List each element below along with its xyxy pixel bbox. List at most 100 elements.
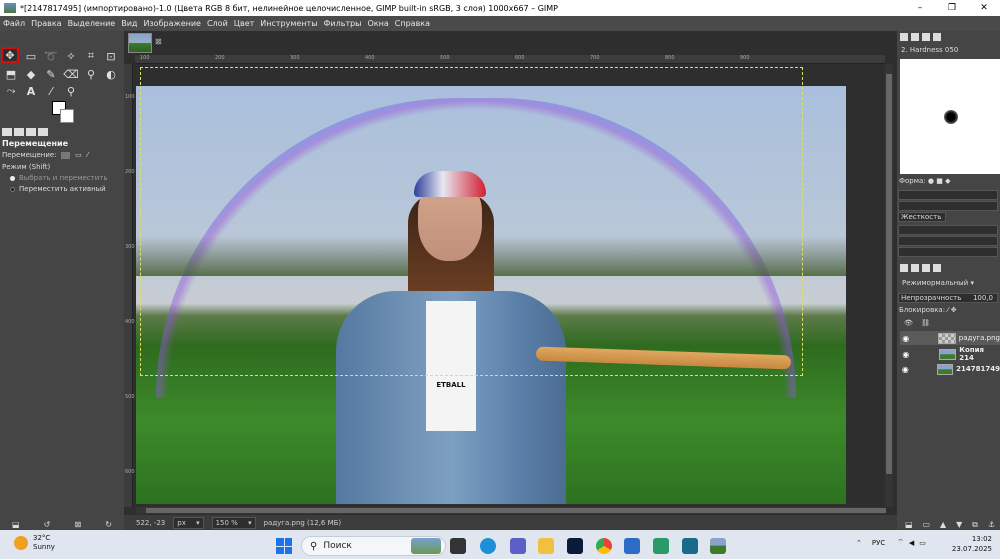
layer-row[interactable]: ◉ Копия 214 xyxy=(900,346,1000,362)
patterns-tab-icon[interactable] xyxy=(911,33,919,41)
new-group-icon[interactable]: ▭ xyxy=(922,520,930,529)
image-tab-close-icon[interactable]: ⊠ xyxy=(155,37,162,46)
close-button[interactable]: ✕ xyxy=(968,0,1000,16)
channels-tab-icon[interactable] xyxy=(911,264,919,272)
zoom-select[interactable]: 150 % ▾ xyxy=(211,516,256,529)
battery-icon[interactable]: ▭ xyxy=(919,539,926,547)
search-highlight-icon[interactable] xyxy=(411,538,441,554)
layer-name[interactable]: 214781749 xyxy=(956,365,1000,373)
layer-mode-select[interactable]: ормальный xyxy=(927,279,969,287)
photoshop-icon[interactable] xyxy=(567,538,583,554)
hardness-slider[interactable]: Жесткость xyxy=(898,212,946,222)
color-swatches[interactable] xyxy=(52,101,76,125)
option-move-active[interactable]: Переместить активный xyxy=(10,185,106,193)
menu-layer[interactable]: Слой xyxy=(207,19,228,28)
new-layer-icon[interactable]: ⬓ xyxy=(905,520,913,529)
visibility-eye-icon[interactable]: ◉ xyxy=(900,365,910,374)
images-tab-icon[interactable] xyxy=(38,127,48,136)
paths-icon[interactable]: ⤳ xyxy=(2,83,20,99)
radio-pick-move[interactable] xyxy=(10,175,15,181)
vertical-scrollbar[interactable] xyxy=(885,64,893,507)
menu-help[interactable]: Справка xyxy=(395,19,430,28)
delete-options-icon[interactable]: ⊠ xyxy=(74,520,81,529)
lasso-icon[interactable]: ➰ xyxy=(42,48,60,64)
device-status-tab-icon[interactable] xyxy=(14,127,24,136)
start-button[interactable] xyxy=(276,538,292,554)
lower-layer-icon[interactable]: ▼ xyxy=(956,520,962,529)
menu-file[interactable]: Файл xyxy=(3,19,25,28)
layer-name[interactable]: Копия 214 xyxy=(959,346,1000,362)
task-view-icon[interactable] xyxy=(450,538,466,554)
menu-windows[interactable]: Окна xyxy=(368,19,389,28)
minimize-button[interactable]: – xyxy=(904,0,936,16)
fonts-tab-icon[interactable] xyxy=(922,33,930,41)
gimp-taskbar-icon[interactable] xyxy=(710,538,726,554)
background-color[interactable] xyxy=(60,109,74,123)
undo-history-tab-icon[interactable] xyxy=(26,127,36,136)
unit-select[interactable]: px ▾ xyxy=(173,516,204,529)
warp-icon[interactable]: ⬒ xyxy=(2,66,20,82)
menu-colors[interactable]: Цвет xyxy=(234,19,255,28)
taskbar-clock[interactable]: 13:02 23.07.2025 xyxy=(950,534,992,554)
spikes-slider[interactable] xyxy=(898,201,998,211)
edge-icon[interactable] xyxy=(480,538,496,554)
radius-slider[interactable] xyxy=(898,190,998,200)
file-explorer-icon[interactable] xyxy=(538,538,554,554)
text-tool-icon[interactable]: A xyxy=(22,83,40,99)
eraser-icon[interactable]: ⌫ xyxy=(62,66,80,82)
selection-move-icon[interactable]: ▭ xyxy=(75,151,82,159)
vertical-scroll-thumb[interactable] xyxy=(886,74,892,474)
move-tool-icon[interactable]: ✥ xyxy=(1,47,19,63)
spacing-slider[interactable] xyxy=(898,247,998,257)
crop-icon[interactable]: ⌗ xyxy=(82,48,100,64)
maximize-button[interactable]: ❐ xyxy=(936,0,968,16)
document-history-tab-icon[interactable] xyxy=(933,33,941,41)
reset-options-icon[interactable]: ↻ xyxy=(105,520,112,529)
brushes-tab-icon[interactable] xyxy=(900,33,908,41)
undo-tab-icon[interactable] xyxy=(933,264,941,272)
paintbrush-icon[interactable]: ✎ xyxy=(42,66,60,82)
layer-name[interactable]: радуга.png xyxy=(959,334,1000,342)
layer-row[interactable]: ◉ радуга.png xyxy=(900,331,1000,345)
restore-options-icon[interactable]: ↺ xyxy=(44,520,51,529)
clone-icon[interactable]: ⚲ xyxy=(82,66,100,82)
tool-options-tab-icon[interactable] xyxy=(2,127,12,136)
tray-chevron-icon[interactable]: ⌃ xyxy=(856,539,862,547)
app-icon[interactable] xyxy=(653,538,669,554)
menu-view[interactable]: Вид xyxy=(121,19,137,28)
visibility-eye-icon[interactable]: ◉ xyxy=(900,350,912,359)
app-icon-2[interactable] xyxy=(682,538,698,554)
layers-tab-icon[interactable] xyxy=(900,264,908,272)
chrome-icon[interactable] xyxy=(596,538,612,554)
option-pick-move[interactable]: Выбрать и переместить xyxy=(10,174,107,182)
duplicate-layer-icon[interactable]: ⧉ xyxy=(972,520,978,530)
menu-edit[interactable]: Правка xyxy=(31,19,61,28)
rect-select-icon[interactable]: ▭ xyxy=(22,48,40,64)
anchor-layer-icon[interactable]: ⚓ xyxy=(988,520,995,529)
zoom-icon[interactable]: ⚲ xyxy=(62,83,80,99)
layer-move-icon[interactable] xyxy=(60,151,70,159)
aspect-slider[interactable] xyxy=(898,225,998,235)
visibility-eye-icon[interactable]: ◉ xyxy=(900,334,911,343)
paths-tab-icon[interactable] xyxy=(922,264,930,272)
radio-move-active[interactable] xyxy=(10,186,15,192)
shape-circle-icon[interactable]: ● xyxy=(928,177,934,185)
fuzzy-select-icon[interactable]: ✧ xyxy=(62,48,80,64)
word-icon[interactable] xyxy=(624,538,640,554)
menu-select[interactable]: Выделение xyxy=(68,19,116,28)
bucket-fill-icon[interactable]: ◆ xyxy=(22,66,40,82)
transform-icon[interactable]: ⊡ xyxy=(102,48,120,64)
volume-icon[interactable]: ◀ xyxy=(909,539,914,547)
weather-widget[interactable]: 32°C Sunny xyxy=(14,534,55,552)
shape-square-icon[interactable]: ■ xyxy=(936,177,943,185)
image-tab-thumbnail[interactable] xyxy=(128,33,152,53)
save-options-icon[interactable]: ⬓ xyxy=(12,520,20,529)
language-indicator[interactable]: РУС xyxy=(872,539,885,547)
shape-diamond-icon[interactable]: ◆ xyxy=(945,177,950,185)
opacity-slider[interactable]: Непрозрачность 100,0 xyxy=(898,293,998,303)
lock-position-icon[interactable]: ✥ xyxy=(951,306,957,314)
layer-row[interactable]: ◉ 214781749 xyxy=(900,362,1000,376)
wifi-icon[interactable]: ⌔ xyxy=(897,538,904,547)
raise-layer-icon[interactable]: ▲ xyxy=(940,520,946,529)
horizontal-scroll-thumb[interactable] xyxy=(146,508,886,513)
